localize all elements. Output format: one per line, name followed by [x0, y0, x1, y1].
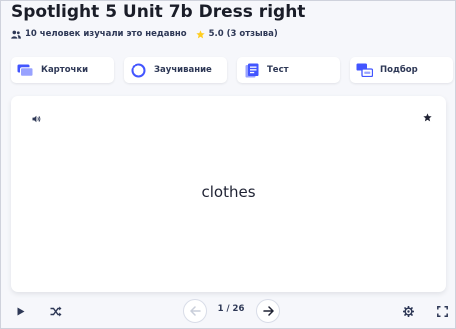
audio-icon[interactable]	[32, 108, 41, 127]
arrow-left-icon	[189, 306, 201, 316]
page-title: Spotlight 5 Unit 7b Dress right	[11, 2, 306, 22]
card-controls: 1 / 26	[0, 298, 456, 324]
mode-cards-label: Карточки	[41, 65, 89, 75]
card-counter: 1 / 26	[217, 304, 245, 314]
match-icon	[356, 63, 373, 77]
next-card-button[interactable]	[256, 299, 280, 323]
shuffle-icon[interactable]	[49, 304, 63, 318]
rating: 5.0 (3 отзыва)	[208, 29, 278, 39]
mode-cards-button[interactable]: Карточки	[11, 57, 114, 83]
test-icon	[243, 63, 260, 77]
previous-card-button[interactable]	[183, 299, 207, 323]
mode-match-button[interactable]: Подбор	[350, 57, 453, 83]
set-meta: 10 человек изучали это недавно 5.0 (3 от…	[11, 29, 278, 39]
users-icon	[11, 30, 21, 39]
mode-test-label: Тест	[267, 65, 289, 75]
fullscreen-icon[interactable]	[435, 304, 449, 318]
mode-learn-button[interactable]: Заучивание	[124, 57, 227, 83]
star-icon[interactable]	[423, 107, 432, 126]
rating-star-icon	[195, 29, 205, 39]
settings-icon[interactable]	[401, 304, 415, 318]
mode-test-button[interactable]: Тест	[237, 57, 340, 83]
study-modes: Карточки Заучивание Тест Подбор	[11, 57, 455, 83]
mode-learn-label: Заучивание	[154, 65, 212, 75]
play-icon[interactable]	[14, 304, 28, 318]
arrow-right-icon	[262, 306, 274, 316]
learners-count: 10 человек изучали это недавно	[25, 29, 187, 39]
flashcard-term: clothes	[201, 183, 256, 201]
cards-icon	[17, 63, 34, 77]
flashcard[interactable]: clothes	[11, 96, 446, 292]
learn-icon	[130, 63, 147, 77]
mode-match-label: Подбор	[380, 65, 418, 75]
